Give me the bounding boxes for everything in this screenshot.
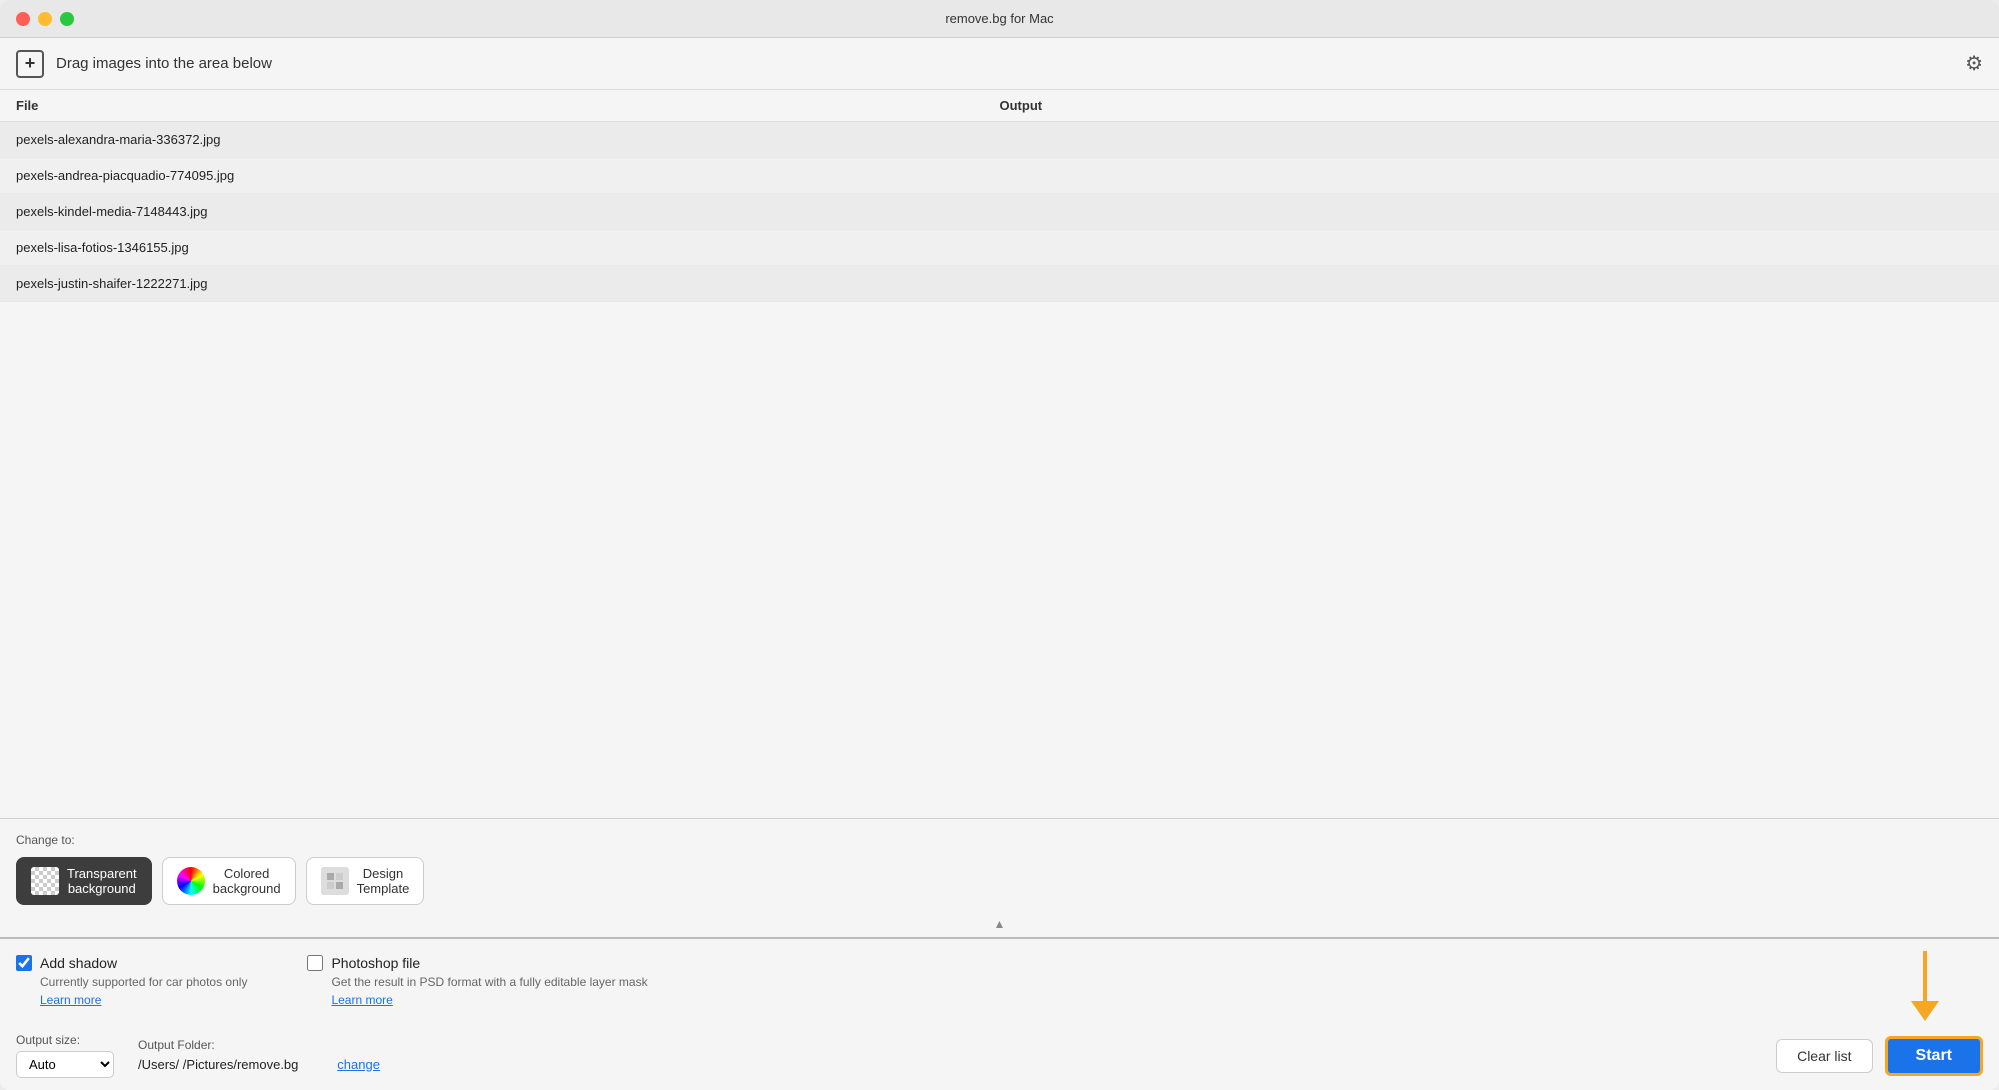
folder-path: /Users/ /Pictures/remove.bg [138,1057,298,1072]
add-shadow-option: Add shadow Currently supported for car p… [16,955,247,1007]
file-name: pexels-alexandra-maria-336372.jpg [16,132,221,147]
photoshop-checkbox[interactable] [307,955,323,971]
toolbar: + Drag images into the area below ⚙ [0,38,1999,90]
file-name: pexels-lisa-fotios-1346155.jpg [16,240,189,255]
file-list-area: File Output pexels-alexandra-maria-33637… [0,90,1999,818]
size-select[interactable]: Auto Full HD 4K [16,1051,114,1078]
col-file-header: File [16,98,1000,113]
drag-label: Drag images into the area below [56,55,272,72]
add-shadow-desc: Currently supported for car photos only [40,975,247,989]
colored-label: Coloredbackground [213,866,281,896]
photoshop-header: Photoshop file [307,955,647,971]
add-button[interactable]: + [16,50,44,78]
start-button[interactable]: Start [1885,1036,1983,1076]
design-template-button[interactable]: DesignTemplate [306,857,425,905]
settings-button[interactable]: ⚙ [1965,51,1983,76]
expand-arrow[interactable]: ▲ [0,913,1999,937]
output-folder-group: Output Folder: /Users/ /Pictures/remove.… [138,1038,380,1074]
photoshop-title: Photoshop file [331,955,420,971]
maximize-button[interactable] [60,12,74,26]
arrow-head [1911,1001,1939,1021]
title-bar: remove.bg for Mac [0,0,1999,38]
table-row[interactable]: pexels-lisa-fotios-1346155.jpg [0,230,1999,266]
table-row[interactable]: pexels-kindel-media-7148443.jpg [0,194,1999,230]
table-row[interactable]: pexels-justin-shaifer-1222271.jpg [0,266,1999,302]
options-section: Add shadow Currently supported for car p… [0,937,1999,1021]
arrow-line [1923,951,1927,1001]
column-header: File Output [0,90,1999,122]
add-shadow-title: Add shadow [40,955,117,971]
minimize-button[interactable] [38,12,52,26]
photoshop-link[interactable]: Learn more [331,993,647,1007]
transparent-icon [31,867,59,895]
add-shadow-header: Add shadow [16,955,247,971]
size-label: Output size: [16,1033,114,1047]
table-row[interactable]: pexels-andrea-piacquadio-774095.jpg [0,158,1999,194]
app-window: remove.bg for Mac + Drag images into the… [0,0,1999,1090]
folder-change-link[interactable]: change [337,1057,380,1072]
transparent-background-button[interactable]: Transparentbackground [16,857,152,905]
design-template-icon [321,867,349,895]
col-output-header: Output [1000,98,1043,113]
close-button[interactable] [16,12,30,26]
design-template-label: DesignTemplate [357,866,410,896]
file-name: pexels-justin-shaifer-1222271.jpg [16,276,208,291]
arrow-annotation [1911,951,1939,1021]
file-name: pexels-kindel-media-7148443.jpg [16,204,208,219]
change-to-label: Change to: [16,833,1983,847]
table-row[interactable]: pexels-alexandra-maria-336372.jpg [0,122,1999,158]
color-wheel-icon [177,867,205,895]
options-row: Add shadow Currently supported for car p… [16,955,1983,1007]
output-options: Transparentbackground Coloredbackground [16,857,1983,905]
clear-list-button[interactable]: Clear list [1776,1039,1872,1073]
folder-label: Output Folder: [138,1038,380,1052]
window-title: remove.bg for Mac [945,11,1053,26]
photoshop-desc: Get the result in PSD format with a full… [331,975,647,989]
footer-row: Output size: Auto Full HD 4K Output Fold… [0,1021,1999,1090]
output-size-group: Output size: Auto Full HD 4K [16,1033,114,1078]
transparent-label: Transparentbackground [67,866,137,896]
folder-path-row: /Users/ /Pictures/remove.bg change [138,1056,380,1074]
window-controls [16,12,74,26]
add-shadow-link[interactable]: Learn more [40,993,247,1007]
file-name: pexels-andrea-piacquadio-774095.jpg [16,168,234,183]
change-to-section: Change to: Transparentbackground Colored… [0,819,1999,913]
colored-background-button[interactable]: Coloredbackground [162,857,296,905]
footer-actions: Clear list Start [1776,1036,1983,1076]
add-shadow-checkbox[interactable] [16,955,32,971]
bottom-panel: Change to: Transparentbackground Colored… [0,818,1999,1090]
photoshop-option: Photoshop file Get the result in PSD for… [307,955,647,1007]
